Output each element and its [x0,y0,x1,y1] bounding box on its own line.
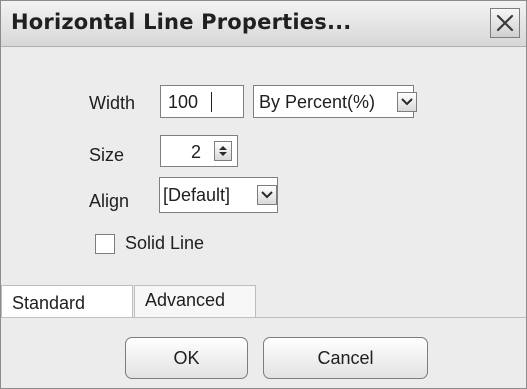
tab-advanced-label: Advanced [145,290,226,310]
align-dropdown-button[interactable] [257,185,277,205]
cancel-button[interactable]: Cancel [263,337,428,379]
align-value: [Default] [163,185,231,205]
width-unit-dropdown-button[interactable] [397,92,417,112]
align-select[interactable]: [Default] [159,177,278,213]
solid-line-label: Solid Line [125,233,205,253]
spinner-icon [219,146,227,156]
tabs-divider [1,317,526,318]
title-bar: Horizontal Line Properties... [1,1,526,47]
tab-standard-label: Standard [12,293,86,313]
width-value: 100 [168,92,199,112]
tab-standard[interactable]: Standard [1,285,133,317]
align-label: Align [89,191,130,211]
chevron-down-icon [401,98,413,106]
width-input[interactable]: 100 [160,85,244,118]
size-input[interactable]: 2 [160,135,238,167]
text-cursor [211,92,212,112]
width-unit-value: By Percent(%) [259,92,376,112]
tab-advanced[interactable]: Advanced [134,285,256,317]
close-icon [496,14,514,32]
close-button[interactable] [490,8,520,38]
chevron-down-icon [261,191,273,199]
solid-line-checkbox[interactable] [95,234,115,254]
dialog-buttons: OK Cancel [1,325,526,385]
width-unit-select[interactable]: By Percent(%) [253,85,417,118]
window-title: Horizontal Line Properties... [11,10,352,34]
size-value: 2 [191,142,202,162]
width-label: Width [89,93,136,113]
size-spinner[interactable] [214,141,232,161]
size-label: Size [89,145,125,165]
ok-button[interactable]: OK [125,337,248,379]
dialog-body: Width 100 By Percent(%) Size 2 Align [De… [1,47,526,388]
horizontal-line-properties-dialog: Horizontal Line Properties... Width 100 … [0,0,527,389]
